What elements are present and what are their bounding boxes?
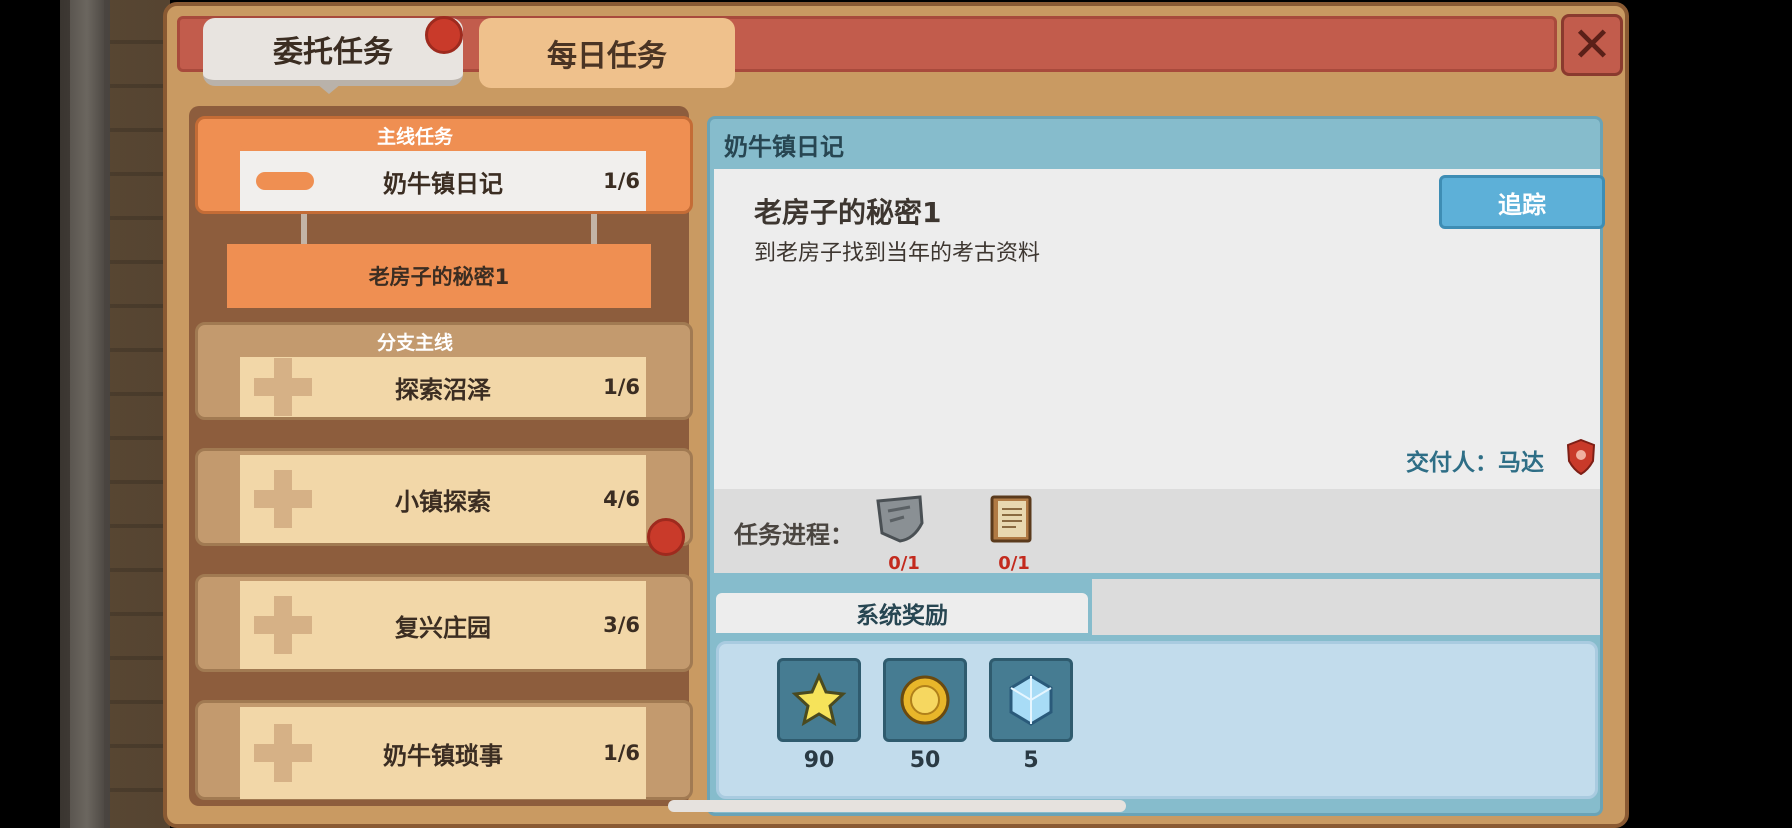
detail-section-title: 奶牛镇日记 <box>724 133 844 161</box>
quest-panel: 委托任务 每日任务 ✕ 主线任务 奶牛镇日记 1/6 老房子的秘密1 分支主线 … <box>163 2 1629 828</box>
quest-detail: 奶牛镇日记 老房子的秘密1 到老房子找到当年的考古资料 追踪 交付人：马达 任务… <box>707 116 1605 816</box>
notification-dot <box>425 16 463 54</box>
reward-slot[interactable] <box>989 658 1073 742</box>
progress-count: 0/1 <box>998 553 1030 574</box>
quest-count: 3/6 <box>603 613 640 637</box>
book-icon <box>990 495 1032 543</box>
tab-pointer <box>317 84 341 94</box>
reward-item[interactable]: 5 <box>989 658 1073 773</box>
quest-card[interactable]: 奶牛镇琐事 1/6 <box>240 707 646 799</box>
quest-list[interactable]: 主线任务 奶牛镇日记 1/6 老房子的秘密1 分支主线 探索沼泽 1/6 小镇探… <box>189 106 693 806</box>
background-right <box>1630 0 1792 828</box>
reward-item[interactable]: 90 <box>777 658 861 773</box>
quest-group[interactable]: 奶牛镇琐事 1/6 <box>195 700 693 800</box>
stone-tablet-icon <box>876 495 924 543</box>
quest-card-main[interactable]: 奶牛镇日记 1/6 <box>240 151 646 211</box>
progress-item[interactable]: 0/1 <box>874 493 934 574</box>
notification-dot <box>647 518 685 556</box>
gold-coin-icon <box>900 675 950 725</box>
task-progress: 任务进程： 0/1 0/1 <box>714 489 1600 574</box>
background-door <box>110 0 170 828</box>
reward-list: 90 50 5 <box>716 641 1598 799</box>
reward-item[interactable]: 50 <box>883 658 967 773</box>
progress-item[interactable]: 0/1 <box>984 493 1044 574</box>
group-header: 主线任务 <box>240 119 590 151</box>
quest-group[interactable]: 小镇探索 4/6 <box>195 448 693 546</box>
quest-count: 1/6 <box>603 169 640 193</box>
detail-body: 老房子的秘密1 到老房子找到当年的考古资料 追踪 交付人：马达 <box>714 169 1605 489</box>
tab-system-reward[interactable]: 系统奖励 <box>712 589 1092 633</box>
shield-icon <box>1566 439 1596 475</box>
quest-group[interactable]: 复兴庄园 3/6 <box>195 574 693 672</box>
progress-label: 任务进程： <box>734 521 854 549</box>
tab-commission[interactable]: 委托任务 <box>203 18 463 86</box>
blue-gem-icon <box>1009 674 1053 726</box>
background-scene <box>60 0 170 828</box>
reward-amount: 5 <box>1023 748 1039 773</box>
quest-title: 奶牛镇琐事 <box>383 741 503 770</box>
quest-count: 4/6 <box>603 487 640 511</box>
quest-title: 小镇探索 <box>395 487 491 516</box>
reward-slot[interactable] <box>883 658 967 742</box>
quest-title: 复兴庄园 <box>395 613 491 642</box>
star-icon <box>791 672 847 727</box>
quest-title: 探索沼泽 <box>395 375 491 404</box>
quest-card[interactable]: 复兴庄园 3/6 <box>240 581 646 669</box>
connector <box>301 214 307 244</box>
tab-daily[interactable]: 每日任务 <box>479 18 735 88</box>
close-button[interactable]: ✕ <box>1561 14 1623 76</box>
track-button[interactable]: 追踪 <box>1439 175 1605 229</box>
connector <box>591 214 597 244</box>
quest-subitem[interactable]: 老房子的秘密1 <box>227 244 651 308</box>
reward-amount: 90 <box>803 748 835 773</box>
reward-amount: 50 <box>909 748 941 773</box>
task-description: 到老房子找到当年的考古资料 <box>754 241 1041 266</box>
quest-count: 1/6 <box>603 741 640 765</box>
quest-giver: 交付人：马达 <box>1406 450 1544 476</box>
background-pillar <box>70 0 104 828</box>
group-header: 分支主线 <box>240 325 590 357</box>
quest-count: 1/6 <box>603 375 640 399</box>
progress-count: 0/1 <box>888 553 920 574</box>
close-icon: ✕ <box>1571 17 1613 73</box>
task-name: 老房子的秘密1 <box>754 196 942 229</box>
reward-slot[interactable] <box>777 658 861 742</box>
quest-group-main[interactable]: 主线任务 奶牛镇日记 1/6 <box>195 116 693 214</box>
quest-card[interactable]: 探索沼泽 1/6 <box>240 357 646 417</box>
scrollbar-thumb[interactable] <box>668 800 1126 812</box>
reward-tab-background <box>1092 579 1600 635</box>
quest-group-branch[interactable]: 分支主线 探索沼泽 1/6 <box>195 322 693 420</box>
quest-title: 奶牛镇日记 <box>383 169 503 198</box>
quest-card[interactable]: 小镇探索 4/6 <box>240 455 646 543</box>
